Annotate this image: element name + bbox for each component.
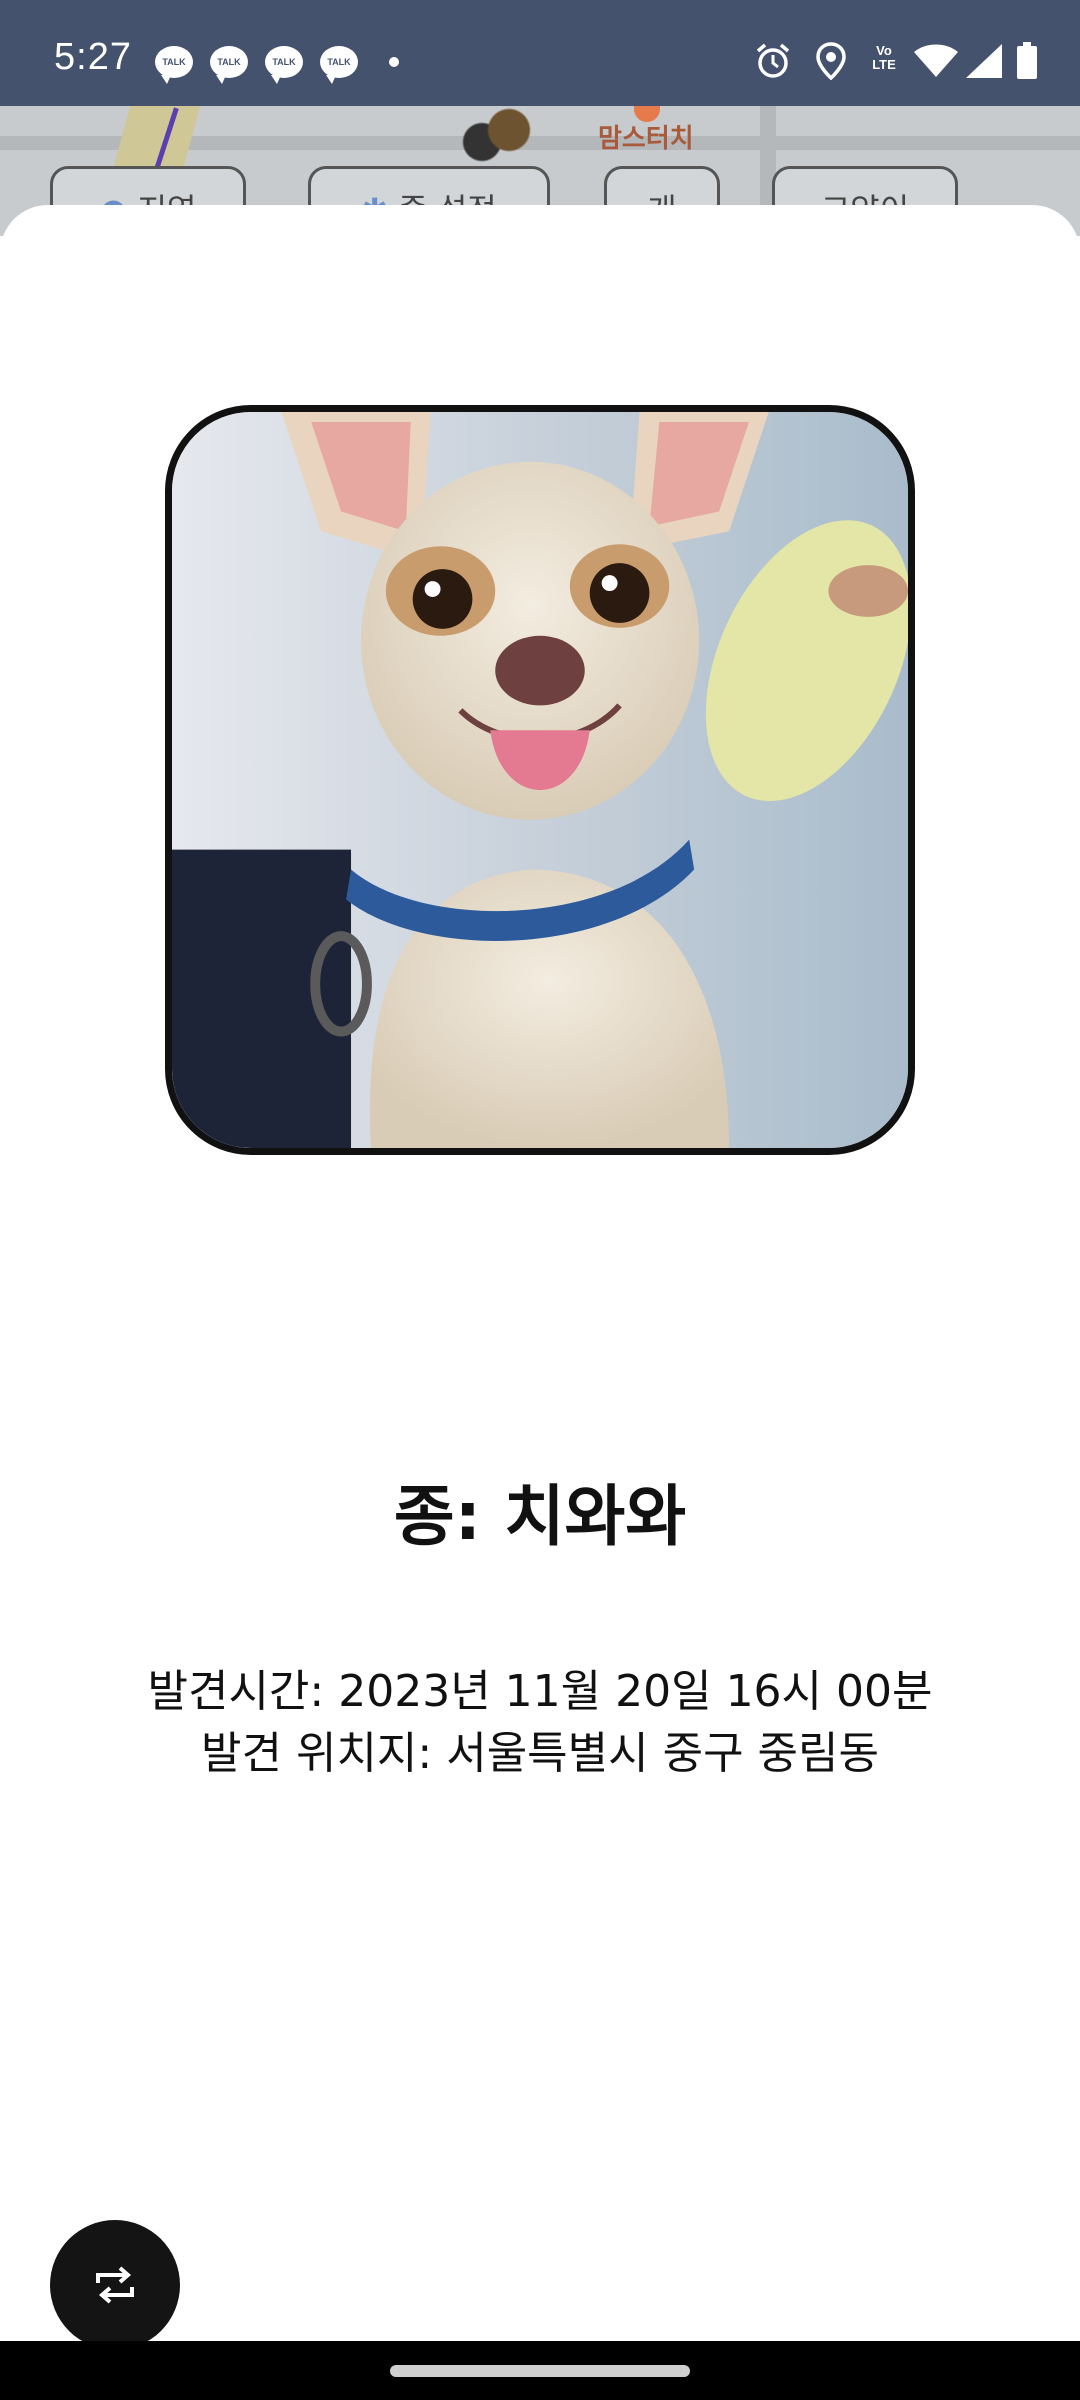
species-label: 종: 치와와 <box>393 1478 687 1555</box>
location-icon <box>816 42 846 80</box>
found-time-text: 발견시간: 2023년 11월 20일 16시 00분 <box>147 1666 933 1717</box>
status-bar: 5:27 TALK TALK TALK TALK Vo LTE <box>0 0 1080 106</box>
kakaotalk-notification-icon: TALK <box>155 46 193 84</box>
status-time: 5:27 <box>54 36 132 78</box>
battery-icon <box>1017 42 1037 79</box>
kakaotalk-notification-icon: TALK <box>320 46 358 84</box>
chihuahua-photo-illustration <box>172 412 908 1148</box>
map-pet-marker[interactable] <box>455 106 545 166</box>
pet-photo <box>165 405 915 1155</box>
wifi-icon <box>914 44 958 77</box>
kakaotalk-notification-icon: TALK <box>210 46 248 84</box>
found-location-text: 발견 위치지: 서울특별시 중구 중림동 <box>201 1728 879 1779</box>
repeat-icon <box>96 2266 134 2304</box>
navigation-bar <box>0 2341 1080 2400</box>
volte-label-bottom: LTE <box>872 57 896 72</box>
signal-icon <box>966 44 1002 78</box>
home-gesture-handle[interactable] <box>390 2365 690 2377</box>
detail-bottom-sheet: 종: 치와와 발견시간: 2023년 11월 20일 16시 00분 발견 위치… <box>0 205 1080 2341</box>
screen: 5:27 TALK TALK TALK TALK Vo LTE 맘스터치 종: … <box>0 0 1080 2400</box>
map-place-label: 맘스터치 <box>598 124 694 154</box>
volte-icon: Vo LTE <box>866 44 902 72</box>
refresh-button[interactable] <box>50 2220 180 2350</box>
alarm-icon <box>756 43 790 78</box>
kakaotalk-notification-icon: TALK <box>265 46 303 84</box>
volte-label-top: Vo <box>876 43 892 58</box>
more-notifications-dot <box>389 57 399 67</box>
